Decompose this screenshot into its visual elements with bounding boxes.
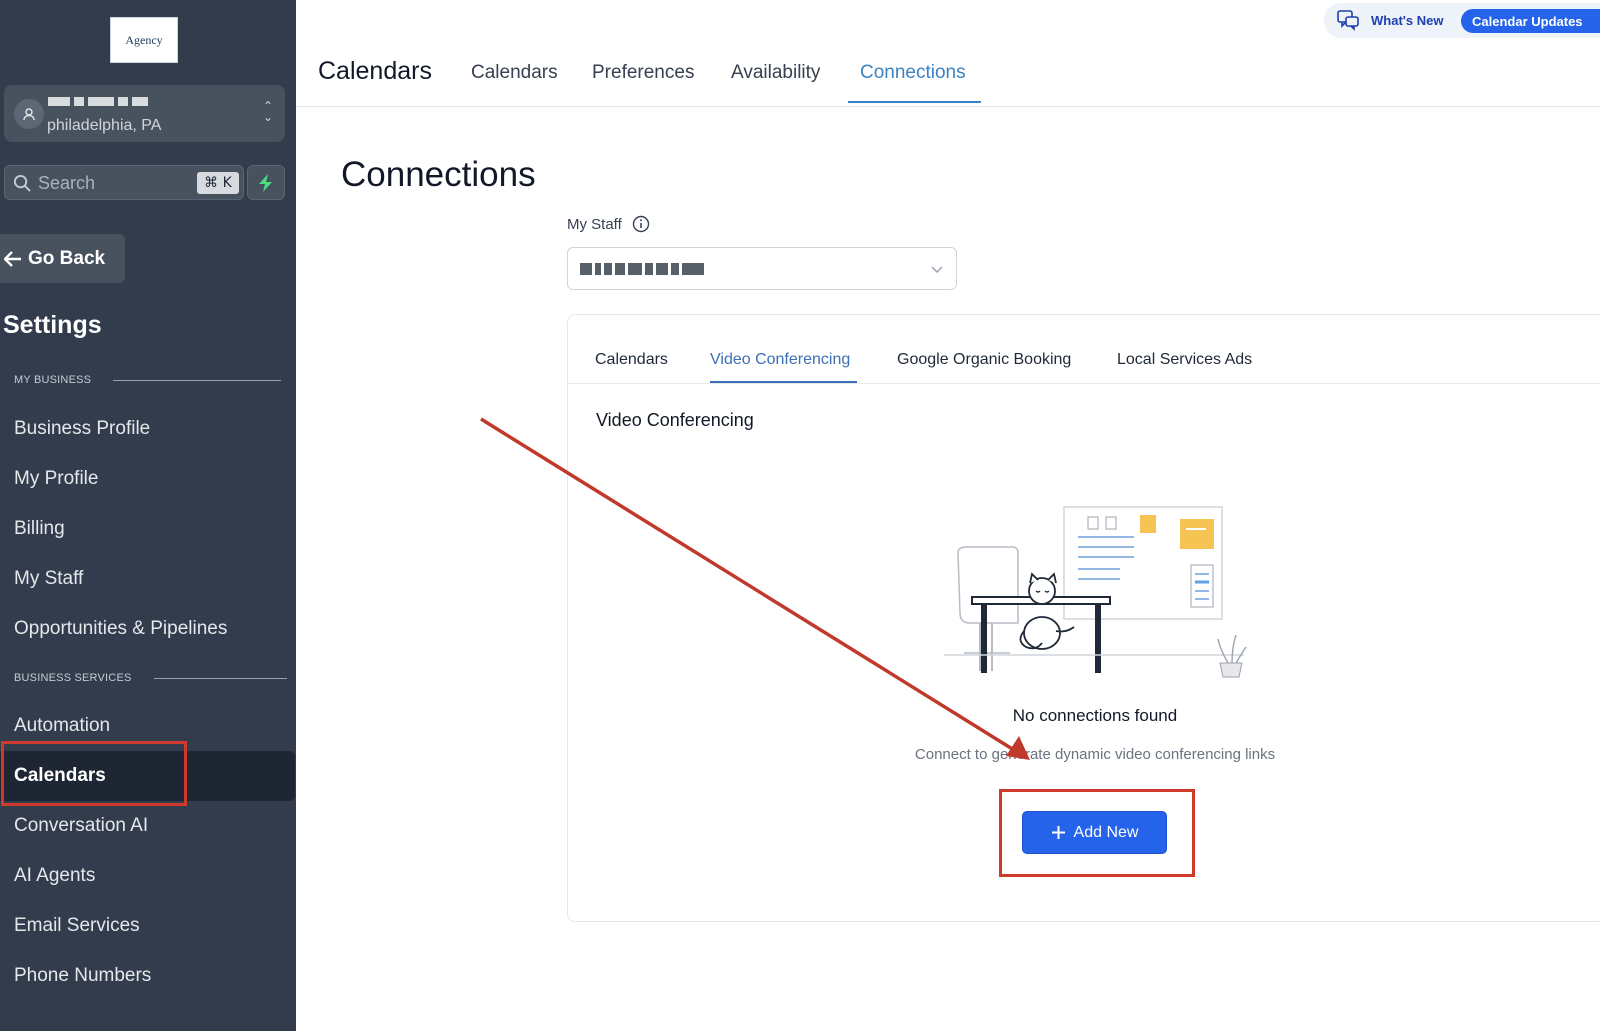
empty-state-illustration: [944, 506, 1247, 678]
sidebar-item-billing[interactable]: Billing: [14, 518, 65, 540]
divider: [153, 677, 287, 679]
empty-state-title: No connections found: [1012, 706, 1178, 725]
sidebar-item-my-staff[interactable]: My Staff: [14, 568, 83, 590]
section-my-business-label: MY BUSINESS: [14, 374, 92, 386]
section-subtitle: Video Conferencing: [596, 410, 754, 430]
search-shortcut: ⌘ K: [197, 172, 239, 194]
info-icon[interactable]: [632, 215, 650, 233]
card-tab-video-conferencing[interactable]: Video Conferencing: [710, 351, 850, 369]
section-business-services-label: BUSINESS SERVICES: [14, 672, 132, 684]
annotation-highlight-add-new: [999, 789, 1195, 877]
account-name-redacted: [48, 97, 148, 108]
chevron-updown-icon: ⌃ ⌄: [262, 99, 273, 124]
card-tab-local-services-ads[interactable]: Local Services Ads: [1117, 351, 1252, 369]
quick-action-button[interactable]: [247, 165, 285, 200]
page-title: Connections: [341, 155, 536, 194]
card-tab-google-organic-booking[interactable]: Google Organic Booking: [897, 351, 1071, 369]
tab-divider: [568, 383, 1600, 384]
tab-preferences[interactable]: Preferences: [592, 62, 694, 84]
annotation-highlight-calendars: [1, 741, 187, 806]
chevron-down-icon: [931, 266, 943, 274]
calendar-updates-pill[interactable]: Calendar Updates: [1461, 9, 1600, 33]
go-back-label: Go Back: [28, 247, 106, 269]
sidebar-item-ai-agents[interactable]: AI Agents: [14, 865, 95, 887]
tab-availability[interactable]: Availability: [731, 62, 820, 84]
user-icon: [14, 99, 44, 129]
sidebar-item-email-services[interactable]: Email Services: [14, 915, 140, 937]
settings-title: Settings: [3, 311, 102, 339]
sidebar-item-opportunities[interactable]: Opportunities & Pipelines: [14, 618, 227, 640]
page-section-title: Calendars: [318, 57, 432, 85]
search-icon: [13, 174, 31, 192]
whats-new-bar[interactable]: What's New Calendar Updates: [1324, 3, 1600, 38]
staff-label: My Staff: [567, 215, 650, 233]
go-back-button[interactable]: Go Back: [0, 234, 125, 283]
tab-calendars[interactable]: Calendars: [471, 62, 558, 84]
sidebar-item-automation[interactable]: Automation: [14, 715, 110, 737]
staff-label-text: My Staff: [567, 215, 622, 233]
empty-state-description: Connect to generate dynamic video confer…: [914, 746, 1276, 763]
whats-new-label: What's New: [1371, 13, 1444, 28]
section-my-business: MY BUSINESS: [14, 374, 282, 386]
tab-connections[interactable]: Connections: [860, 62, 966, 84]
agency-logo[interactable]: Agency: [110, 17, 178, 63]
bolt-icon: [259, 173, 272, 192]
staff-value-redacted: [580, 263, 704, 275]
divider: [113, 379, 282, 381]
search-input[interactable]: Search ⌘ K: [4, 165, 244, 200]
logo-text: Agency: [125, 32, 163, 47]
search-placeholder: Search: [38, 173, 96, 193]
account-location: philadelphia, PA: [47, 117, 162, 134]
sidebar-item-phone-numbers[interactable]: Phone Numbers: [14, 965, 151, 987]
section-business-services: BUSINESS SERVICES: [14, 672, 287, 684]
arrow-left-icon: [4, 250, 21, 267]
account-switcher[interactable]: philadelphia, PA ⌃ ⌄: [4, 85, 285, 142]
chat-icon: [1337, 10, 1359, 31]
staff-select[interactable]: [567, 247, 957, 290]
sidebar-item-business-profile[interactable]: Business Profile: [14, 418, 150, 440]
active-tab-indicator: [848, 101, 981, 103]
sidebar: Agency philadelphia, PA ⌃ ⌄ Search ⌘ K Go…: [0, 0, 296, 1031]
active-card-tab-indicator: [710, 381, 857, 383]
sidebar-item-conversation-ai[interactable]: Conversation AI: [14, 815, 148, 837]
sidebar-item-my-profile[interactable]: My Profile: [14, 468, 98, 490]
card-tab-calendars[interactable]: Calendars: [595, 351, 668, 369]
